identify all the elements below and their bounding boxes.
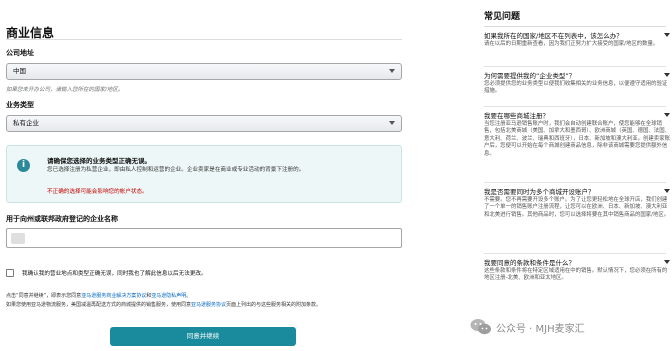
faq-answer: 不需要。您不再需要开设多个账户。为了让您更轻松地在全球开店，我们创建了一个单一的… [484,197,670,218]
faq-question: 我要在哪些商城注册？ [484,112,549,120]
business-info-form: 商业信息 公司地址 中国 如果您未开办公司，请输入您所在的国家/地区。 业务类型… [0,0,408,351]
service-agreement-link[interactable]: 亚马逊服务协议 [191,302,226,308]
faq-separator [484,253,666,254]
faq-question: 为何需要提供我的“企业类型”？ [484,72,576,80]
confirm-text: 我确认我的营业地点和类型正确无误，同时我也了解此信息以后无法更改。 [22,271,207,277]
faq-separator [484,66,666,67]
alert-warning: 不正确的选择可能会影响您的帐户状态。 [47,189,148,195]
agreement-link[interactable]: 亚马逊服务商业解决方案协议 [81,293,146,299]
faq-answer: 这些条款和条件将在特定区域适用在中的销售。默认情况下，您必须在所有的地区注册-北… [484,268,668,282]
business-type-alert: i 请确保您选择的业务类型正确无误。 您已选择注册为私营企业，即由私人控制和运营… [6,145,402,203]
faq-item[interactable]: 如果我所在的国家/地区不在列表中，该怎么办？ 请在以后的日期重新查看，因为我们正… [484,32,670,48]
faq-item[interactable]: 我是否需要同时为多个商城开设账户？ 不需要。您不再需要开设多个账户。为了让您更轻… [484,188,670,219]
faq-item[interactable]: 为何需要提供我的“企业类型”？ 您必须提供您的业务类型以便我们收集相关的业务信息… [484,72,670,96]
caret-down-icon [664,260,670,264]
business-type-value: 私有企业 [13,119,39,127]
faq-separator [484,106,666,107]
caret-down-icon [664,189,670,193]
chevron-down-icon [389,69,395,73]
watermark-text: 公众号 · MJH麦家汇 [496,324,585,335]
title-divider [6,39,402,40]
privacy-link[interactable]: 亚马逊隐私声明 [151,293,186,299]
company-address-select[interactable]: 中国 [6,63,402,80]
company-address-value: 中国 [13,67,26,75]
business-name-input[interactable] [6,228,402,248]
faq-answer: 请在以后的日期重新查看，因为我们正努力扩大接受的国家/地区的数量。 [484,41,659,47]
faq-panel: 常见问题 如果我所在的国家/地区不在列表中，该怎么办？ 请在以后的日期重新查看，… [472,0,672,351]
business-name-label: 用于向州或联邦政府登记的企业名称 [6,215,118,223]
legal-text: 页面上列出的与这些服务相关的附加条款。 [226,302,322,308]
agree-continue-button[interactable]: 同意并继续 [110,327,296,346]
company-address-hint: 如果您未开办公司，请输入您所在的国家/地区。 [6,87,124,93]
info-icon: i [17,159,30,172]
faq-item[interactable]: 我要在哪些商城注册？ 当您注册亚马逊销售账户时，我们会自动创建联合账户，使您能够… [484,112,670,158]
legal-text-1: 点击“同意并继续”，即表示您同意亚马逊服务商业解决方案协议和亚马逊隐私声明。 [6,293,402,301]
legal-text: 如果您使用亚马逊物流服务，美国减温再配送方式的商城提供的销售服务，使用同意 [6,302,192,308]
alert-body: 您已选择注册为私营企业，即由私人控制和运营的企业。企业卖家是在商业或专业活动的背… [47,167,305,173]
caret-down-icon [664,33,670,37]
faq-answer: 当您注册亚马逊销售账户时，我们会自动创建联合账户，使您能够在全球销售，包括北美商… [484,121,670,157]
legal-text-2: 如果您使用亚马逊物流服务，美国减温再配送方式的商城提供的销售服务，使用同意亚马逊… [6,302,402,310]
company-address-label: 公司地址 [6,49,34,57]
wechat-icon [470,319,491,335]
alert-title: 请确保您选择的业务类型正确无误。 [47,157,151,165]
faq-separator [484,182,666,183]
redacted-text [11,233,25,244]
faq-divider [484,26,666,27]
caret-down-icon [664,73,670,77]
faq-title: 常见问题 [484,12,521,22]
business-type-select[interactable]: 私有企业 [6,115,402,132]
faq-item[interactable]: 我要同意的条款和条件是什么？ 这些条款和条件将在特定区域适用在中的销售。默认情况… [484,259,670,283]
faq-question: 如果我所在的国家/地区不在列表中，该怎么办？ [484,32,623,40]
faq-question: 我要同意的条款和条件是什么？ [484,259,575,267]
confirm-checkbox[interactable] [6,269,14,277]
legal-text: 点击“同意并继续”，即表示您同意 [6,293,82,299]
legal-text: 。 [186,293,192,299]
confirm-row: 我确认我的营业地点和类型正确无误，同时我也了解此信息以后无法更改。 [6,268,402,280]
faq-answer: 您必须提供您的业务类型以便我们收集相关的业务信息，以便遵守适用的验证措施。 [484,81,668,95]
caret-down-icon [664,113,670,117]
faq-question: 我是否需要同时为多个商城开设账户？ [484,188,595,196]
chevron-down-icon [389,121,395,125]
business-type-label: 业务类型 [6,101,34,109]
